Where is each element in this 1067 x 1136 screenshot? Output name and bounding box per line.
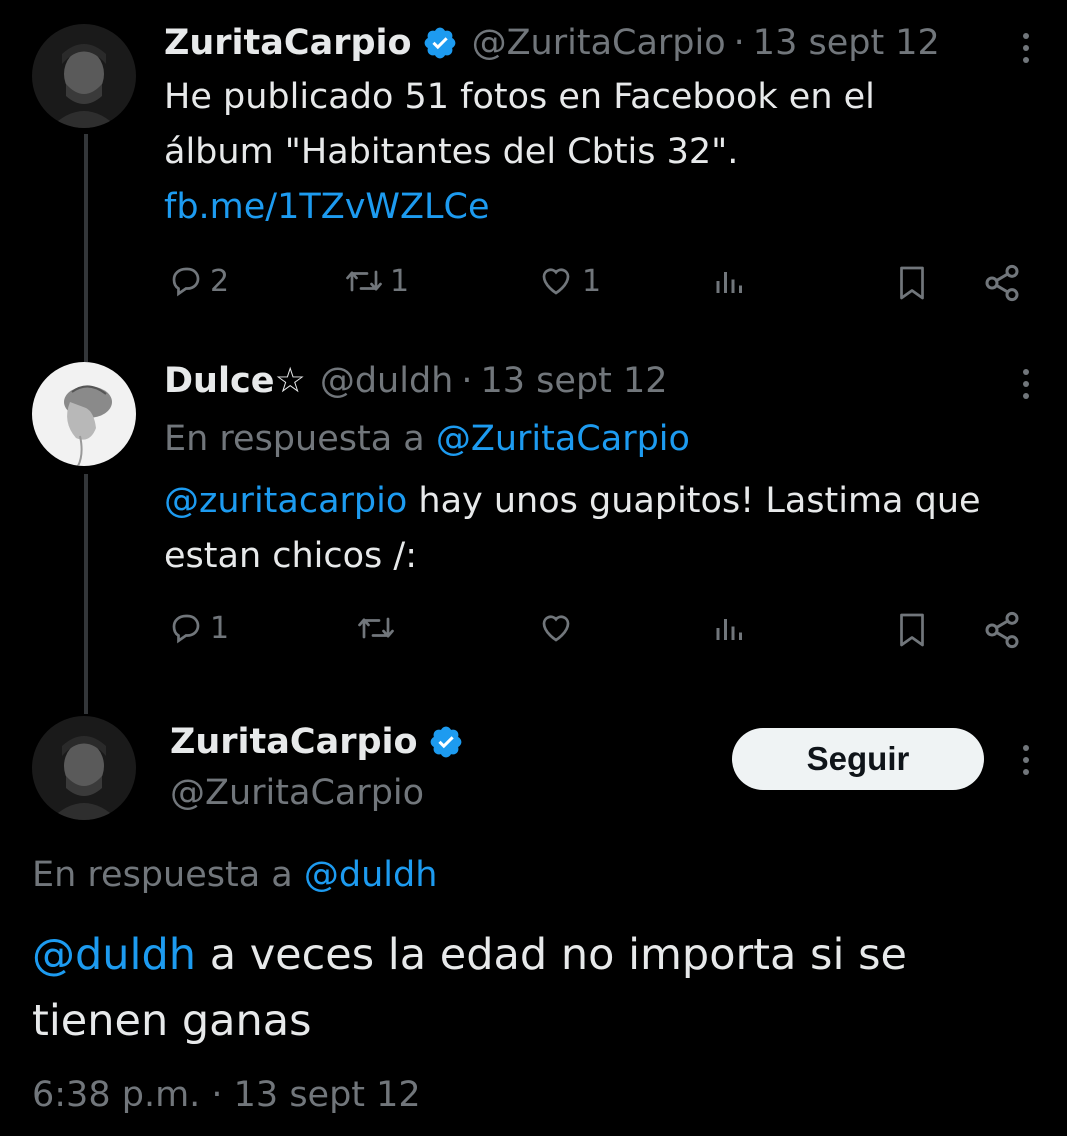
follow-button[interactable]: Seguir — [732, 728, 984, 790]
reply-count: 2 — [210, 263, 230, 299]
bookmark-icon — [900, 613, 924, 647]
retweet-button[interactable]: 1 — [344, 263, 409, 299]
reply-count: 1 — [210, 610, 230, 646]
share-icon — [985, 611, 1019, 649]
reply-button[interactable]: 1 — [168, 610, 229, 646]
reply-icon — [172, 614, 200, 644]
views-button[interactable] — [712, 610, 748, 646]
avatar-photo-icon — [32, 362, 136, 466]
main-tweet-mention[interactable]: @duldh — [32, 930, 196, 980]
views-icon — [716, 619, 742, 640]
reply-to-link[interactable]: @ZuritaCarpio — [436, 419, 690, 459]
tweet-2-actions: 1 — [164, 610, 1034, 654]
views-button[interactable] — [712, 263, 748, 299]
main-tweet-name-row: ZuritaCarpio — [170, 718, 464, 766]
tweet-1-text: He publicado 51 fotos en Facebook en el … — [164, 77, 875, 172]
bookmark-button[interactable] — [894, 610, 930, 650]
like-icon — [542, 615, 570, 642]
main-tweet-timestamp[interactable]: 6:38 p.m. · 13 sept 12 — [32, 1075, 421, 1115]
main-tweet-body: @duldh a veces la edad no importa si se … — [32, 922, 992, 1054]
retweet-count: 1 — [390, 263, 410, 299]
avatar-photo-icon — [32, 716, 136, 820]
share-button[interactable] — [982, 263, 1022, 303]
tweet-1-header: ZuritaCarpio @ZuritaCarpio · 13 sept 12 — [164, 20, 940, 66]
thread-line — [84, 474, 88, 714]
tweet-1-handle[interactable]: @ZuritaCarpio — [472, 23, 726, 63]
tweet-2-reply-context: En respuesta a @ZuritaCarpio — [164, 416, 690, 462]
verified-badge-icon — [424, 27, 455, 59]
tweet-2-handle[interactable]: @duldh — [320, 361, 454, 401]
more-icon[interactable] — [1016, 364, 1036, 404]
tweet-2-display-name[interactable]: Dulce☆ — [164, 361, 306, 401]
thread-line — [84, 134, 88, 362]
avatar-zuritacarpio-main[interactable] — [32, 716, 136, 820]
tweet-1-link[interactable]: fb.me/1TZvWZLCe — [164, 187, 489, 227]
tweet-2-body: @zuritacarpio hay unos guapitos! Lastima… — [164, 474, 1054, 584]
tweet-1-body: He publicado 51 fotos en Facebook en el … — [164, 70, 964, 235]
avatar-zuritacarpio[interactable] — [32, 24, 136, 128]
more-icon[interactable] — [1016, 28, 1036, 68]
tweet-2-date[interactable]: 13 sept 12 — [481, 361, 668, 401]
avatar-duldh[interactable] — [32, 362, 136, 466]
tweet-2-mention[interactable]: @zuritacarpio — [164, 481, 407, 521]
reply-icon — [172, 267, 200, 297]
tweet-1-actions: 2 1 1 — [164, 263, 1034, 307]
bookmark-button[interactable] — [894, 263, 930, 303]
main-tweet-handle[interactable]: @ZuritaCarpio — [170, 773, 424, 813]
reply-prefix: En respuesta a — [164, 419, 436, 459]
main-tweet-display-name[interactable]: ZuritaCarpio — [170, 722, 418, 762]
reply-button[interactable]: 2 — [168, 263, 229, 299]
share-icon — [985, 264, 1019, 302]
reply-to-link[interactable]: @duldh — [304, 855, 438, 895]
tweet-2-separator: · — [461, 361, 473, 401]
tweet-1-display-name[interactable]: ZuritaCarpio — [164, 23, 412, 63]
bookmark-icon — [900, 266, 924, 300]
retweet-button[interactable] — [356, 610, 396, 646]
more-icon[interactable] — [1016, 740, 1036, 780]
like-button[interactable] — [536, 610, 576, 646]
retweet-icon — [346, 270, 382, 292]
retweet-icon — [358, 617, 394, 639]
views-icon — [716, 272, 742, 293]
share-button[interactable] — [982, 610, 1022, 650]
reply-prefix: En respuesta a — [32, 855, 304, 895]
tweet-1-separator: · — [733, 23, 745, 63]
verified-badge-icon — [430, 726, 461, 758]
like-icon — [542, 268, 570, 295]
main-tweet-reply-context: En respuesta a @duldh — [32, 852, 437, 898]
tweet-1-date[interactable]: 13 sept 12 — [753, 23, 940, 63]
avatar-photo-icon — [32, 24, 136, 128]
like-count: 1 — [582, 263, 602, 299]
main-tweet-timestamp-row: 6:38 p.m. · 13 sept 12 — [32, 1072, 421, 1118]
like-button[interactable]: 1 — [536, 263, 601, 299]
main-tweet-handle-row: @ZuritaCarpio — [170, 770, 424, 816]
tweet-2-header: Dulce☆ @duldh · 13 sept 12 — [164, 358, 668, 404]
